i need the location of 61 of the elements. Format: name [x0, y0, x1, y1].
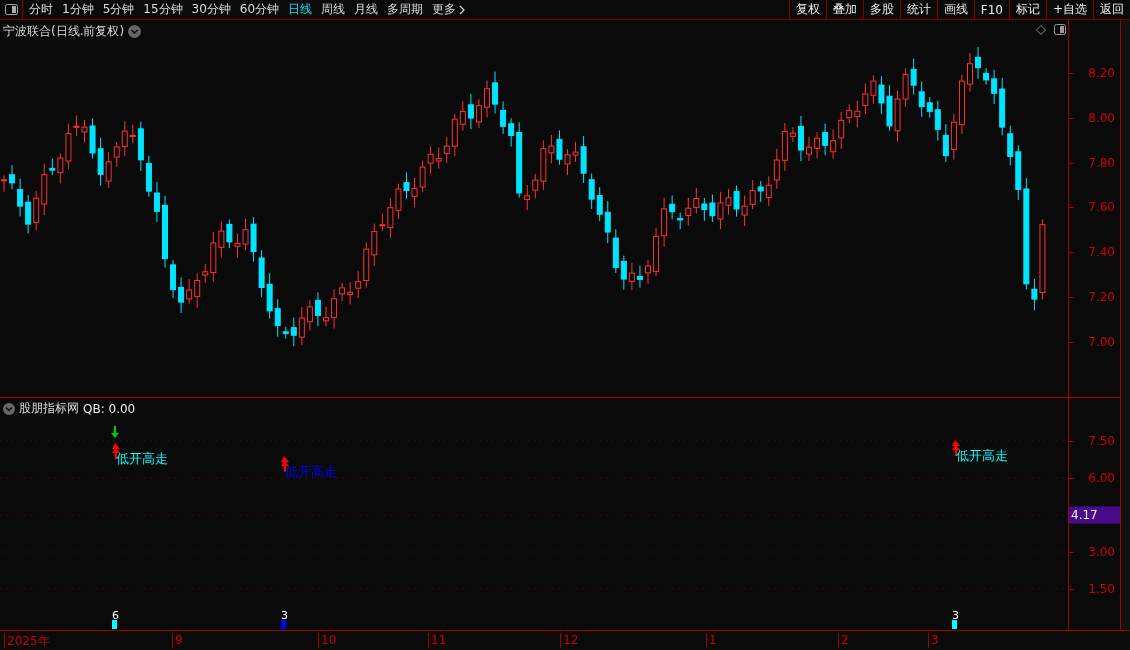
chart-title: 宁波联合(日线.前复权) — [3, 23, 125, 40]
signal-label: 低开高走 — [956, 447, 1008, 465]
date-label: 12 — [560, 633, 579, 648]
candlestick — [1, 174, 7, 193]
toolbar-button[interactable]: 多股 — [862, 0, 900, 19]
axis-label: 8.20 — [1088, 66, 1115, 80]
candlestick — [645, 259, 651, 285]
indicator-reading: QB: 0.00 — [83, 401, 136, 416]
signal-label: 低开高走 — [285, 463, 337, 481]
period-tab[interactable]: 1分钟 — [62, 1, 94, 18]
period-tab[interactable]: 60分钟 — [239, 1, 280, 18]
diamond-icon[interactable] — [1036, 24, 1046, 35]
period-tab[interactable]: 更多 — [432, 1, 466, 18]
period-tab[interactable]: 日线 — [288, 1, 313, 18]
panel-toggle-icon[interactable] — [1054, 24, 1066, 35]
period-tab[interactable]: 分时 — [29, 1, 53, 18]
period-tab[interactable]: 月线 — [354, 1, 379, 18]
candlestick — [806, 136, 812, 162]
signal-label: 低开高走 — [116, 450, 168, 468]
axis-label: 7.80 — [1088, 155, 1115, 170]
axis-label: 1.50 — [1088, 582, 1115, 596]
toolbar-button[interactable]: 复权 — [788, 0, 826, 19]
toolbar-button[interactable]: +自选 — [1045, 0, 1093, 19]
toolbar-button[interactable]: F10 — [973, 0, 1009, 19]
axis-label: 7.50 — [1088, 434, 1115, 448]
date-label: 9 — [172, 633, 183, 648]
axis-label: 7.60 — [1088, 200, 1115, 215]
indicator-name: 股朋指标网 — [19, 400, 79, 417]
chevron-down-icon[interactable] — [3, 402, 15, 415]
toolbar-button[interactable]: 叠加 — [825, 0, 863, 19]
date-label: 11 — [428, 633, 447, 648]
axis-label: 7.20 — [1088, 290, 1115, 304]
toolbar-button[interactable]: 画线 — [936, 0, 974, 19]
panel-toggle-icon[interactable] — [4, 4, 18, 15]
chevron-right-icon — [459, 4, 466, 15]
axis-label: 8.00 — [1088, 110, 1115, 125]
date-label: 1 — [706, 633, 717, 648]
candlestick — [323, 306, 329, 327]
count-label: 3 — [281, 610, 288, 621]
period-tab[interactable]: 周线 — [321, 1, 346, 18]
date-label: 10 — [318, 633, 337, 648]
toolbar-button[interactable]: 标记 — [1008, 0, 1046, 19]
date-label: 2025年 — [4, 633, 50, 648]
axis-label: 7.00 — [1088, 334, 1115, 349]
axis-label: 7.40 — [1088, 245, 1115, 260]
count-label: 6 — [112, 610, 119, 621]
toolbar-button[interactable]: 统计 — [899, 0, 937, 19]
date-label: 2 — [838, 633, 849, 648]
candlestick — [484, 80, 490, 118]
current-value-label: 4.17 — [1069, 506, 1120, 524]
period-tab[interactable]: 5分钟 — [102, 1, 135, 18]
toolbar-button[interactable]: 返回 — [1093, 0, 1130, 19]
chevron-down-icon[interactable] — [128, 25, 142, 38]
date-label: 3 — [928, 633, 939, 648]
period-tab[interactable]: 多周期 — [387, 1, 424, 18]
axis-label: 6.00 — [1088, 471, 1115, 485]
candlestick — [967, 52, 973, 93]
count-label: 3 — [952, 610, 959, 621]
axis-label: 3.00 — [1088, 545, 1115, 559]
period-tab[interactable]: 30分钟 — [191, 1, 231, 18]
period-tab[interactable]: 15分钟 — [143, 1, 183, 18]
